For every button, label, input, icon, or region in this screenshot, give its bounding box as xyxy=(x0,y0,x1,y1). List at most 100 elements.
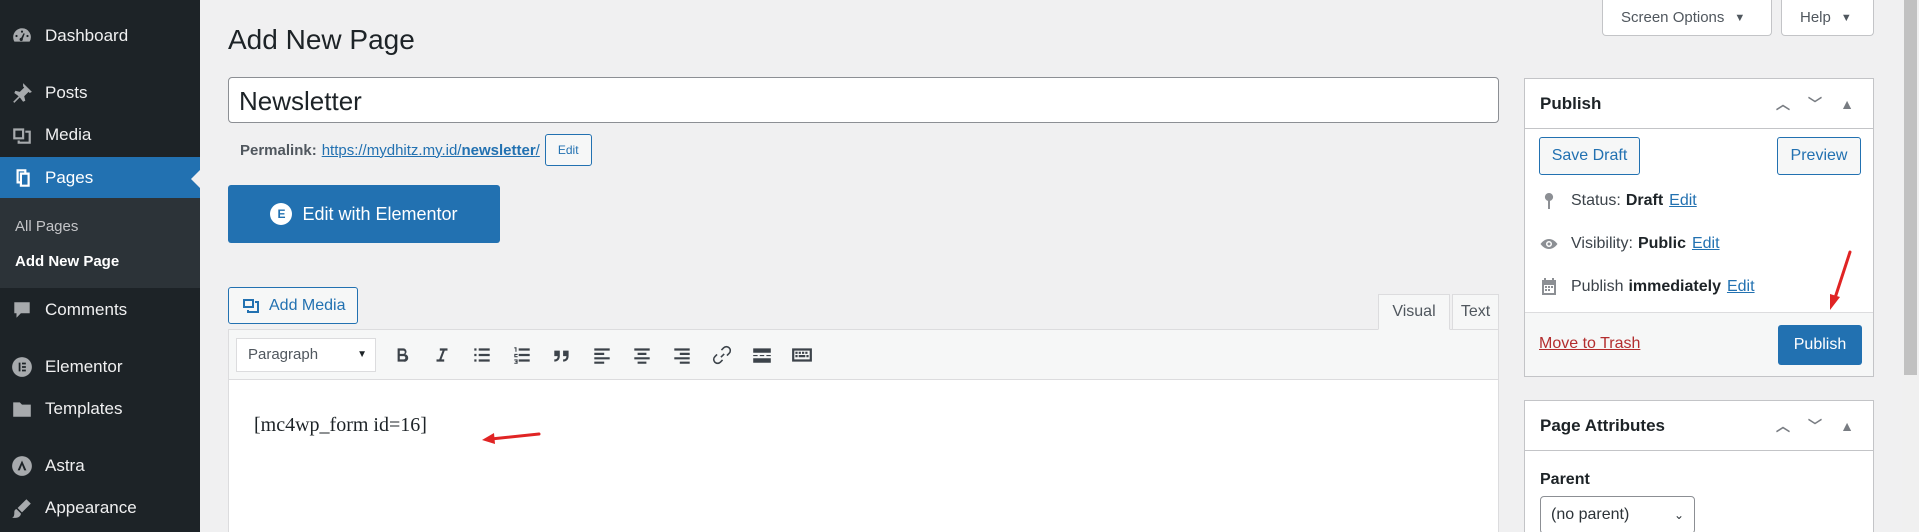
collapse-triangle-icon[interactable]: ▲ xyxy=(1831,96,1863,112)
schedule-label: Publish xyxy=(1571,278,1624,295)
caret-down-icon: ▼ xyxy=(357,349,367,360)
edit-with-elementor-button[interactable]: E Edit with Elementor xyxy=(228,185,500,243)
sidebar-item-posts[interactable]: Posts xyxy=(0,72,200,114)
sidebar-item-elementor[interactable]: Elementor xyxy=(0,346,200,388)
pin-icon xyxy=(11,82,33,104)
tab-visual[interactable]: Visual xyxy=(1378,294,1450,330)
content-text[interactable]: [mc4wp_form id=16] xyxy=(254,414,427,437)
scrollbar-thumb[interactable] xyxy=(1904,0,1917,375)
publish-button[interactable]: Publish xyxy=(1778,325,1862,365)
sidebar-item-appearance[interactable]: Appearance xyxy=(0,487,200,529)
permalink-slug: newsletter xyxy=(461,141,536,159)
box-handle-buttons: ︿ ﹀ ▲ xyxy=(1767,401,1863,451)
numbered-list-button[interactable] xyxy=(502,338,542,372)
permalink-base: https://mydhitz.my.id/ xyxy=(321,141,462,159)
permalink-row: Permalink: https://mydhitz.my.id/newslet… xyxy=(240,134,592,166)
link-icon xyxy=(712,345,732,364)
read-more-icon xyxy=(753,347,771,363)
sidebar-item-label: Elementor xyxy=(45,357,123,376)
sidebar-item-media[interactable]: Media xyxy=(0,114,200,156)
media-icon xyxy=(243,298,259,313)
sidebar-item-comments[interactable]: Comments xyxy=(0,289,200,331)
elementor-icon: E xyxy=(270,203,293,225)
annotation-arrow xyxy=(482,432,541,444)
sidebar-item-pages[interactable]: Pages xyxy=(0,157,200,199)
bulleted-list-button[interactable] xyxy=(462,338,502,372)
sidebar-item-label: Dashboard xyxy=(45,26,129,45)
align-right-button[interactable] xyxy=(662,338,702,372)
sidebar-item-astra[interactable]: Astra xyxy=(0,445,200,487)
blockquote-button[interactable] xyxy=(542,338,582,372)
preview-button[interactable]: Preview xyxy=(1777,137,1861,175)
chevron-down-icon[interactable]: ﹀ xyxy=(1799,94,1831,114)
submenu-add-new-page[interactable]: Add New Page xyxy=(15,253,119,270)
page-attributes-header: Page Attributes ︿ ﹀ ▲ xyxy=(1525,401,1873,451)
sidebar-item-label: Comments xyxy=(45,300,128,319)
bold-button[interactable] xyxy=(382,338,422,372)
current-indicator xyxy=(191,170,200,188)
status-label: Status: xyxy=(1571,192,1621,209)
sidebar-item-label: Appearance xyxy=(45,498,137,517)
sidebar-item-label: Pages xyxy=(45,168,94,187)
toolbar-toggle-button[interactable] xyxy=(782,338,822,372)
move-to-trash-link[interactable]: Move to Trash xyxy=(1539,335,1640,353)
collapse-triangle-icon[interactable]: ▲ xyxy=(1831,418,1863,434)
parent-select-value: (no parent) xyxy=(1551,506,1630,523)
publish-box: Publish ︿ ﹀ ▲ Save Draft Preview Status:… xyxy=(1524,78,1874,377)
align-left-icon xyxy=(594,347,610,364)
page-icon xyxy=(11,167,33,189)
read-more-button[interactable] xyxy=(742,338,782,372)
page-scrollbar[interactable] xyxy=(1902,0,1919,532)
elementor-button-label: Edit with Elementor xyxy=(302,203,458,224)
edit-schedule-link[interactable]: Edit xyxy=(1727,278,1755,296)
page-title: Add New Page xyxy=(228,24,415,55)
visibility-value: Public xyxy=(1637,235,1686,252)
sidebar-item-label: Templates xyxy=(45,399,123,418)
format-select[interactable]: Paragraph ▼ xyxy=(236,337,376,372)
insert-link-button[interactable] xyxy=(702,338,742,372)
status-value: Draft xyxy=(1625,192,1664,209)
align-center-button[interactable] xyxy=(622,338,662,372)
tab-text[interactable]: Text xyxy=(1452,294,1499,330)
sidebar-item-dashboard[interactable]: Dashboard xyxy=(0,15,200,57)
quote-icon xyxy=(554,350,569,362)
pages-submenu: All Pages Add New Page xyxy=(0,198,200,288)
italic-icon xyxy=(436,347,448,362)
bulleted-list-icon xyxy=(474,347,490,362)
brush-icon xyxy=(11,497,33,519)
permalink-edit-button[interactable]: Edit xyxy=(544,134,592,166)
permalink-link[interactable]: https://mydhitz.my.id/newsletter/ xyxy=(322,142,540,159)
calendar-icon xyxy=(1542,278,1556,295)
align-center-icon xyxy=(634,347,650,364)
visibility-row: Visibility: Public Edit xyxy=(1539,234,1720,254)
visibility-label: Visibility: xyxy=(1571,235,1633,252)
save-draft-button[interactable]: Save Draft xyxy=(1539,137,1640,175)
italic-button[interactable] xyxy=(422,338,462,372)
parent-select[interactable]: (no parent) ⌄ xyxy=(1540,496,1695,532)
help-label: Help xyxy=(1800,9,1831,26)
page-attributes-box: Page Attributes ︿ ﹀ ▲ Parent (no parent)… xyxy=(1524,400,1874,532)
admin-sidebar: Dashboard Posts Media Pages All Pages Ad… xyxy=(0,0,200,532)
chevron-down-icon[interactable]: ﹀ xyxy=(1799,416,1831,436)
align-left-button[interactable] xyxy=(582,338,622,372)
folder-icon xyxy=(11,398,33,420)
edit-status-link[interactable]: Edit xyxy=(1669,192,1697,210)
permalink-label: Permalink: xyxy=(240,141,317,159)
screen-options-button[interactable]: Screen Options ▼ xyxy=(1602,0,1772,36)
sidebar-item-templates[interactable]: Templates xyxy=(0,388,200,430)
keyboard-icon xyxy=(792,347,812,362)
chevron-up-icon[interactable]: ︿ xyxy=(1767,94,1799,114)
title-input[interactable]: Newsletter xyxy=(228,77,1499,123)
content-editor: Paragraph ▼ [mc4wp_form id=16] xyxy=(228,329,1499,532)
edit-visibility-link[interactable]: Edit xyxy=(1692,235,1720,253)
chevron-up-icon[interactable]: ︿ xyxy=(1767,416,1799,436)
numbered-list-icon xyxy=(514,346,530,364)
help-button[interactable]: Help ▼ xyxy=(1781,0,1874,36)
format-select-value: Paragraph xyxy=(248,346,319,363)
publish-box-title: Publish xyxy=(1540,93,1602,113)
permalink-trail: / xyxy=(535,141,540,159)
screen-options-label: Screen Options xyxy=(1621,9,1725,26)
add-media-button[interactable]: Add Media xyxy=(228,287,358,324)
astra-icon xyxy=(11,455,33,477)
submenu-all-pages[interactable]: All Pages xyxy=(15,218,78,235)
